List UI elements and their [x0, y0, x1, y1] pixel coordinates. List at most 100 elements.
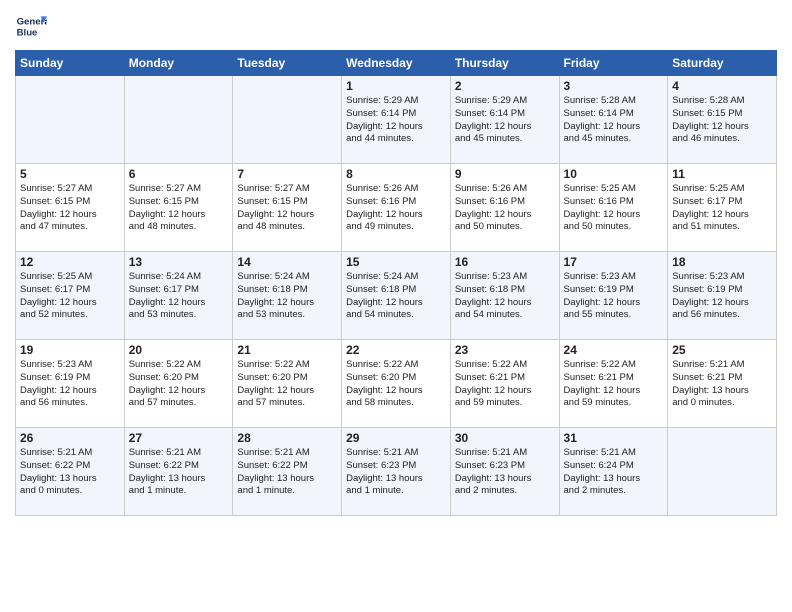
cell-text: Sunrise: 5:22 AM Sunset: 6:21 PM Dayligh… [564, 359, 664, 410]
weekday-header-friday: Friday [559, 51, 668, 76]
calendar-week-2: 5 Sunrise: 5:27 AM Sunset: 6:15 PM Daylig… [16, 164, 777, 252]
cell-text: Sunrise: 5:25 AM Sunset: 6:16 PM Dayligh… [564, 183, 664, 234]
calendar-cell: 28 Sunrise: 5:21 AM Sunset: 6:22 PM Dayli… [233, 428, 342, 516]
calendar-cell: 7 Sunrise: 5:27 AM Sunset: 6:15 PM Daylig… [233, 164, 342, 252]
calendar-cell: 14 Sunrise: 5:24 AM Sunset: 6:18 PM Dayli… [233, 252, 342, 340]
calendar-cell: 31 Sunrise: 5:21 AM Sunset: 6:24 PM Dayli… [559, 428, 668, 516]
calendar-cell: 18 Sunrise: 5:23 AM Sunset: 6:19 PM Dayli… [668, 252, 777, 340]
day-number: 5 [20, 167, 120, 181]
day-number: 2 [455, 79, 555, 93]
calendar-table: SundayMondayTuesdayWednesdayThursdayFrid… [15, 50, 777, 516]
cell-text: Sunrise: 5:23 AM Sunset: 6:19 PM Dayligh… [20, 359, 120, 410]
cell-text: Sunrise: 5:29 AM Sunset: 6:14 PM Dayligh… [346, 95, 446, 146]
calendar-cell: 6Sunrise: 5:27 AM Sunset: 6:15 PM Daylig… [124, 164, 233, 252]
day-number: 15 [346, 255, 446, 269]
cell-text: Sunrise: 5:26 AM Sunset: 6:16 PM Dayligh… [346, 183, 446, 234]
day-number: 4 [672, 79, 772, 93]
cell-text: Sunrise: 5:23 AM Sunset: 6:19 PM Dayligh… [672, 271, 772, 322]
day-number: 20 [129, 343, 229, 357]
day-number: 25 [672, 343, 772, 357]
cell-text: Sunrise: 5:28 AM Sunset: 6:15 PM Dayligh… [672, 95, 772, 146]
day-number: 23 [455, 343, 555, 357]
cell-text: Sunrise: 5:21 AM Sunset: 6:22 PM Dayligh… [20, 447, 120, 498]
day-number: 10 [564, 167, 664, 181]
cell-text: Sunrise: 5:28 AM Sunset: 6:14 PM Dayligh… [564, 95, 664, 146]
day-number: 28 [237, 431, 337, 445]
calendar-cell: 15 Sunrise: 5:24 AM Sunset: 6:18 PM Dayli… [342, 252, 451, 340]
cell-text: Sunrise: 5:22 AM Sunset: 6:21 PM Dayligh… [455, 359, 555, 410]
cell-text: Sunrise: 5:24 AM Sunset: 6:18 PM Dayligh… [237, 271, 337, 322]
calendar-cell [124, 76, 233, 164]
day-number: 16 [455, 255, 555, 269]
day-number: 14 [237, 255, 337, 269]
day-number: 6 [129, 167, 229, 181]
weekday-header-row: SundayMondayTuesdayWednesdayThursdayFrid… [16, 51, 777, 76]
calendar-cell: 25 Sunrise: 5:21 AM Sunset: 6:21 PM Dayli… [668, 340, 777, 428]
day-number: 22 [346, 343, 446, 357]
day-number: 12 [20, 255, 120, 269]
calendar-week-3: 12 Sunrise: 5:25 AM Sunset: 6:17 PM Dayli… [16, 252, 777, 340]
cell-text: Sunrise: 5:25 AM Sunset: 6:17 PM Dayligh… [20, 271, 120, 322]
weekday-header-tuesday: Tuesday [233, 51, 342, 76]
cell-text: Sunrise: 5:22 AM Sunset: 6:20 PM Dayligh… [346, 359, 446, 410]
calendar-cell: 2 Sunrise: 5:29 AM Sunset: 6:14 PM Daylig… [450, 76, 559, 164]
weekday-header-thursday: Thursday [450, 51, 559, 76]
calendar-cell: 27 Sunrise: 5:21 AM Sunset: 6:22 PM Dayli… [124, 428, 233, 516]
calendar-cell: 17 Sunrise: 5:23 AM Sunset: 6:19 PM Dayli… [559, 252, 668, 340]
cell-text: Sunrise: 5:21 AM Sunset: 6:22 PM Dayligh… [129, 447, 229, 498]
header: General Blue [15, 10, 777, 42]
cell-text: Sunrise: 5:27 AM Sunset: 6:15 PM Dayligh… [237, 183, 337, 234]
day-number: 8 [346, 167, 446, 181]
calendar-cell: 11 Sunrise: 5:25 AM Sunset: 6:17 PM Dayli… [668, 164, 777, 252]
calendar-cell: 16 Sunrise: 5:23 AM Sunset: 6:18 PM Dayli… [450, 252, 559, 340]
cell-text: Sunrise: 5:21 AM Sunset: 6:24 PM Dayligh… [564, 447, 664, 498]
day-number: 7 [237, 167, 337, 181]
calendar-cell [668, 428, 777, 516]
day-number: 21 [237, 343, 337, 357]
day-number: 11 [672, 167, 772, 181]
calendar-cell: 13 Sunrise: 5:24 AM Sunset: 6:17 PM Dayli… [124, 252, 233, 340]
day-number: 18 [672, 255, 772, 269]
day-number: 13 [129, 255, 229, 269]
svg-text:Blue: Blue [17, 28, 38, 39]
day-number: 27 [129, 431, 229, 445]
logo-icon: General Blue [15, 10, 47, 42]
cell-text: Sunrise: 5:26 AM Sunset: 6:16 PM Dayligh… [455, 183, 555, 234]
calendar-cell: 9 Sunrise: 5:26 AM Sunset: 6:16 PM Daylig… [450, 164, 559, 252]
calendar-cell: 30Sunrise: 5:21 AM Sunset: 6:23 PM Dayli… [450, 428, 559, 516]
calendar-cell: 5 Sunrise: 5:27 AM Sunset: 6:15 PM Daylig… [16, 164, 125, 252]
cell-text: Sunrise: 5:29 AM Sunset: 6:14 PM Dayligh… [455, 95, 555, 146]
calendar-cell: 22 Sunrise: 5:22 AM Sunset: 6:20 PM Dayli… [342, 340, 451, 428]
cell-text: Sunrise: 5:21 AM Sunset: 6:23 PM Dayligh… [346, 447, 446, 498]
day-number: 1 [346, 79, 446, 93]
cell-text: Sunrise: 5:27 AM Sunset: 6:15 PM Dayligh… [20, 183, 120, 234]
day-number: 17 [564, 255, 664, 269]
cell-text: Sunrise: 5:24 AM Sunset: 6:17 PM Dayligh… [129, 271, 229, 322]
day-number: 26 [20, 431, 120, 445]
day-number: 31 [564, 431, 664, 445]
calendar-cell: 26 Sunrise: 5:21 AM Sunset: 6:22 PM Dayli… [16, 428, 125, 516]
weekday-header-sunday: Sunday [16, 51, 125, 76]
weekday-header-wednesday: Wednesday [342, 51, 451, 76]
weekday-header-saturday: Saturday [668, 51, 777, 76]
cell-text: Sunrise: 5:23 AM Sunset: 6:19 PM Dayligh… [564, 271, 664, 322]
cell-text: Sunrise: 5:23 AM Sunset: 6:18 PM Dayligh… [455, 271, 555, 322]
day-number: 30 [455, 431, 555, 445]
cell-text: Sunrise: 5:22 AM Sunset: 6:20 PM Dayligh… [237, 359, 337, 410]
day-number: 19 [20, 343, 120, 357]
cell-text: Sunrise: 5:21 AM Sunset: 6:21 PM Dayligh… [672, 359, 772, 410]
cell-text: Sunrise: 5:21 AM Sunset: 6:22 PM Dayligh… [237, 447, 337, 498]
calendar-cell [16, 76, 125, 164]
cell-text: Sunrise: 5:24 AM Sunset: 6:18 PM Dayligh… [346, 271, 446, 322]
calendar-cell: 29 Sunrise: 5:21 AM Sunset: 6:23 PM Dayli… [342, 428, 451, 516]
day-number: 29 [346, 431, 446, 445]
weekday-header-monday: Monday [124, 51, 233, 76]
cell-text: Sunrise: 5:25 AM Sunset: 6:17 PM Dayligh… [672, 183, 772, 234]
calendar-cell: 3Sunrise: 5:28 AM Sunset: 6:14 PM Daylig… [559, 76, 668, 164]
calendar-week-4: 19 Sunrise: 5:23 AM Sunset: 6:19 PM Dayli… [16, 340, 777, 428]
calendar-cell: 12 Sunrise: 5:25 AM Sunset: 6:17 PM Dayli… [16, 252, 125, 340]
calendar-cell: 21 Sunrise: 5:22 AM Sunset: 6:20 PM Dayli… [233, 340, 342, 428]
day-number: 9 [455, 167, 555, 181]
calendar-cell: 24Sunrise: 5:22 AM Sunset: 6:21 PM Dayli… [559, 340, 668, 428]
calendar-week-5: 26 Sunrise: 5:21 AM Sunset: 6:22 PM Dayli… [16, 428, 777, 516]
